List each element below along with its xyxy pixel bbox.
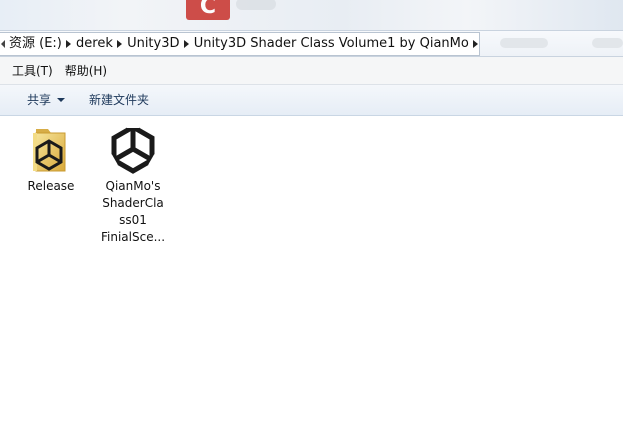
blurred-title bbox=[236, 0, 276, 10]
file-list[interactable]: Release QianMo's ShaderCla ss01 FinialSc… bbox=[0, 117, 623, 443]
breadcrumb[interactable]: 资源 (E:) derek Unity3D Unity3D Shader Cla… bbox=[0, 32, 480, 56]
share-button[interactable]: 共享 bbox=[20, 85, 72, 115]
file-name-line: QianMo's bbox=[105, 179, 161, 193]
file-item-scene[interactable]: QianMo's ShaderCla ss01 FinialSce... bbox=[96, 122, 170, 246]
file-name: QianMo's ShaderCla ss01 FinialSce... bbox=[96, 178, 170, 246]
file-name-line: ShaderCla bbox=[102, 196, 164, 210]
menu-item-tools[interactable]: 工具(T) bbox=[6, 57, 59, 85]
breadcrumb-item-drive[interactable]: 资源 (E:) bbox=[5, 32, 66, 56]
breadcrumb-item-shader-class[interactable]: Unity3D Shader Class Volume1 by QianMo bbox=[190, 32, 473, 56]
chevron-down-icon bbox=[57, 98, 66, 102]
breadcrumb-item-derek[interactable]: derek bbox=[72, 32, 117, 56]
menu-item-help[interactable]: 帮助(H) bbox=[59, 57, 113, 85]
unity-icon bbox=[106, 122, 160, 175]
file-name-line: ss01 bbox=[119, 213, 147, 227]
command-toolbar: 共享 新建文件夹 bbox=[0, 85, 623, 116]
window-titlebar: C bbox=[0, 0, 623, 30]
share-button-label: 共享 bbox=[27, 93, 52, 107]
folder-unity-icon bbox=[27, 123, 75, 175]
new-folder-button-label: 新建文件夹 bbox=[89, 93, 150, 107]
file-item-release[interactable]: Release bbox=[14, 123, 88, 195]
address-bar: 资源 (E:) derek Unity3D Unity3D Shader Cla… bbox=[0, 30, 623, 57]
file-name: Release bbox=[27, 179, 75, 193]
breadcrumb-item-unity3d[interactable]: Unity3D bbox=[123, 32, 183, 56]
blurred-control bbox=[592, 38, 623, 48]
blurred-control bbox=[500, 38, 548, 48]
file-name-line: FinialSce... bbox=[100, 230, 166, 244]
new-folder-button[interactable]: 新建文件夹 bbox=[82, 85, 156, 115]
chevron-right-icon[interactable] bbox=[473, 33, 479, 55]
app-logo-icon: C bbox=[186, 0, 230, 20]
menu-bar: 工具(T) 帮助(H) bbox=[0, 57, 623, 85]
